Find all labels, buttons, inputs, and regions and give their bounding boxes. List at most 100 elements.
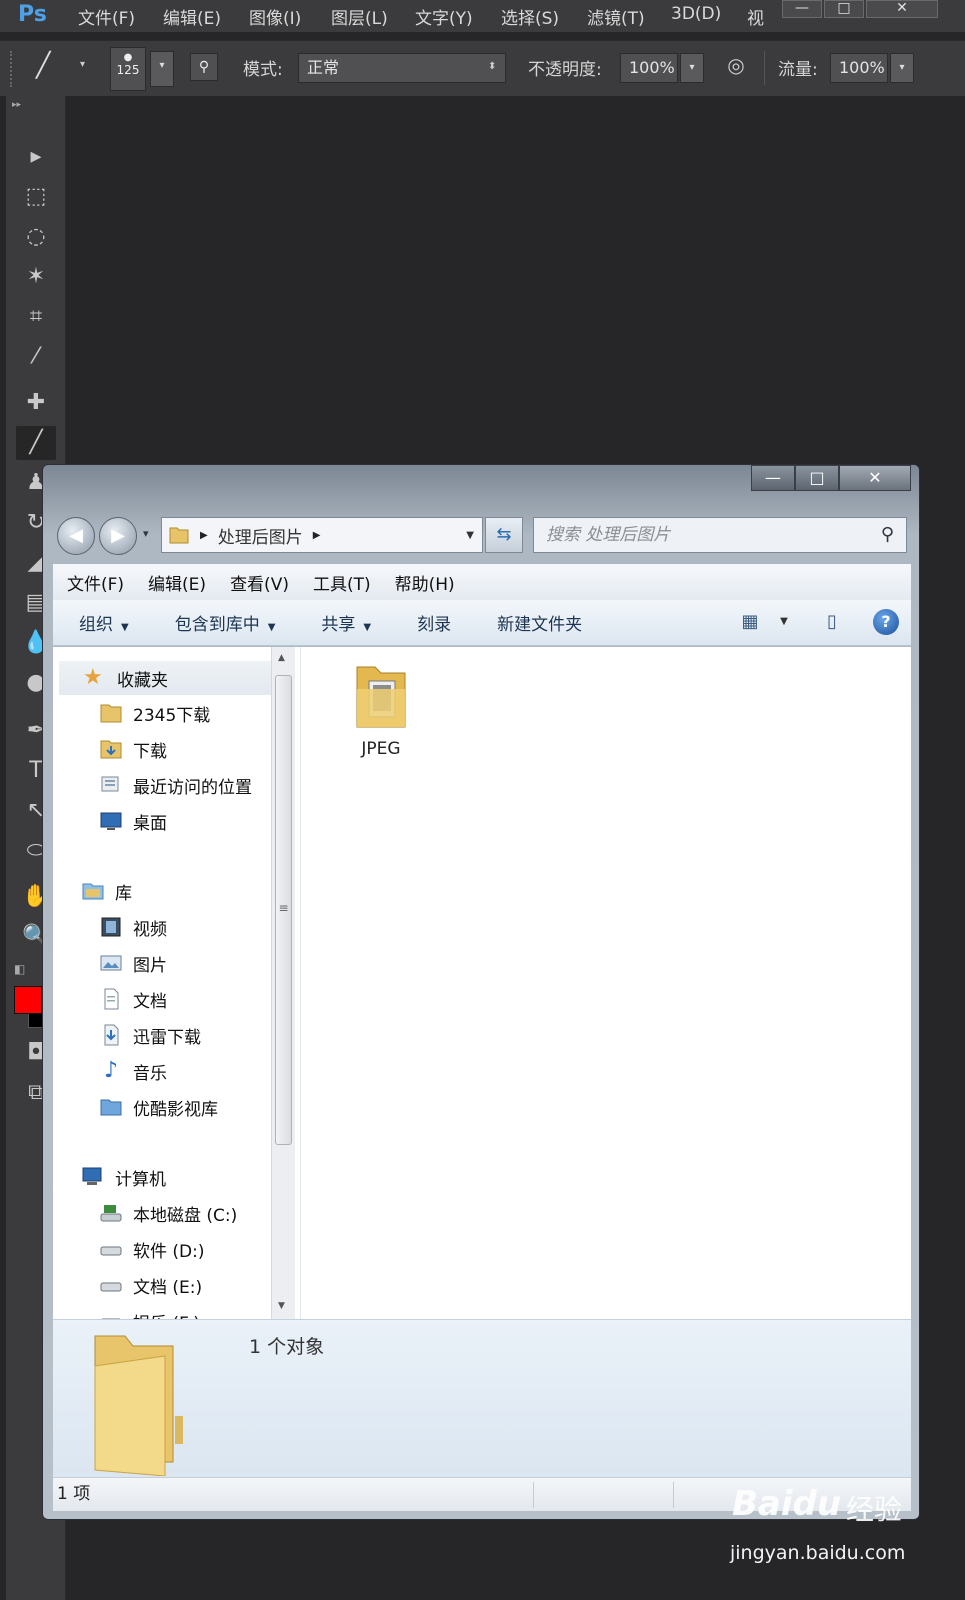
preview-pane-icon[interactable]: ▯ xyxy=(817,608,847,636)
ps-menu-file[interactable]: 文件(F) xyxy=(78,4,135,29)
nav-item-recent-places[interactable]: 最近访问的位置 xyxy=(53,768,285,802)
nav-item-desktop[interactable]: 桌面 xyxy=(53,804,285,838)
mode-select[interactable]: 正常 xyxy=(298,53,506,83)
refresh-button[interactable]: ⇆ xyxy=(485,517,523,553)
nav-item-drive-f[interactable]: 娱乐 (F:) xyxy=(53,1304,285,1319)
nav-item-videos[interactable]: 视频 xyxy=(53,910,285,944)
file-item[interactable]: JPEG xyxy=(341,659,421,759)
nav-libraries[interactable]: 库 xyxy=(53,874,285,908)
address-bar[interactable]: ▶ 处理后图片 ▶ ▼ xyxy=(161,517,483,553)
ps-menu-type[interactable]: 文字(Y) xyxy=(415,4,473,29)
nav-item-drive-d[interactable]: 软件 (D:) xyxy=(53,1232,285,1266)
default-colors-icon[interactable]: ◧ xyxy=(14,962,25,976)
recent-pages-dropdown[interactable]: ▾ xyxy=(143,527,149,540)
ps-minimize-button[interactable]: — xyxy=(782,0,822,18)
opacity-field[interactable]: 100% xyxy=(620,53,678,83)
new-folder-button[interactable]: 新建文件夹 xyxy=(497,610,582,635)
ps-menu-image[interactable]: 图像(I) xyxy=(249,4,301,29)
change-view-icon[interactable]: ▦ xyxy=(735,608,765,636)
minimize-button[interactable]: — xyxy=(751,465,795,491)
brush-tool-icon[interactable]: ╱ xyxy=(16,426,56,460)
eyedropper-icon[interactable]: ⁄ xyxy=(16,340,56,374)
brush-preset-dropdown[interactable]: ▾ xyxy=(150,51,174,87)
panel-collapse-icon[interactable]: ▸▸ xyxy=(12,100,21,110)
nav-item-youku-library[interactable]: 优酷影视库 xyxy=(53,1090,285,1124)
menu-view[interactable]: 查看(V) xyxy=(230,570,289,595)
healing-brush-icon[interactable]: ✚ xyxy=(16,386,56,420)
marquee-tool-icon[interactable]: ⬚ xyxy=(16,180,56,214)
brush-panel-icon[interactable]: ⚲ xyxy=(190,53,218,81)
lasso-tool-icon[interactable]: ◌ xyxy=(16,220,56,254)
flow-field[interactable]: 100% xyxy=(830,53,888,83)
scroll-up-icon[interactable]: ▲ xyxy=(278,653,285,663)
nav-item-music[interactable]: ♪ 音乐 xyxy=(53,1054,285,1088)
chevron-down-icon[interactable]: ▼ xyxy=(769,608,799,636)
nav-item-documents[interactable]: 文档 xyxy=(53,982,285,1016)
menu-help[interactable]: 帮助(H) xyxy=(395,570,455,595)
nav-item-2345-downloads[interactable]: 2345下载 xyxy=(53,696,285,730)
nav-scrollbar[interactable]: ▲ ≡ ▼ xyxy=(271,647,295,1319)
nav-item-label: 桌面 xyxy=(133,813,167,834)
burn-button[interactable]: 刻录 xyxy=(417,610,451,635)
magic-wand-icon[interactable]: ✶ xyxy=(16,260,56,294)
ps-menu-3d[interactable]: 3D(D) xyxy=(671,4,721,24)
opacity-dropdown[interactable]: ▾ xyxy=(680,53,704,83)
ps-logo: Ps xyxy=(18,2,47,27)
flow-dropdown[interactable]: ▾ xyxy=(890,53,914,83)
computer-icon xyxy=(82,1167,102,1185)
scrollbar-thumb[interactable]: ≡ xyxy=(275,675,292,1145)
ps-menu-view[interactable]: 视 xyxy=(747,4,764,29)
close-button[interactable]: ✕ xyxy=(839,465,911,491)
nav-item-label: 最近访问的位置 xyxy=(133,777,252,798)
maximize-button[interactable]: □ xyxy=(795,465,839,491)
nav-favorites-label: 收藏夹 xyxy=(117,670,168,691)
help-icon[interactable]: ? xyxy=(873,609,899,635)
nav-item-label: 音乐 xyxy=(133,1063,167,1084)
move-tool-icon[interactable]: ▸ xyxy=(16,140,56,174)
nav-computer[interactable]: 计算机 xyxy=(53,1160,285,1194)
pressure-opacity-icon[interactable]: ◎ xyxy=(720,53,752,83)
download-library-icon xyxy=(104,1024,119,1046)
breadcrumb-separator-icon[interactable]: ▶ xyxy=(313,530,321,541)
breadcrumb-current-folder[interactable]: 处理后图片 xyxy=(218,523,303,548)
foreground-color-swatch[interactable] xyxy=(14,986,42,1014)
flow-label: 流量: xyxy=(778,60,818,80)
nav-item-pictures[interactable]: 图片 xyxy=(53,946,285,980)
breadcrumb-separator-icon[interactable]: ▶ xyxy=(200,530,208,541)
chevron-down-icon: ▼ xyxy=(121,622,129,633)
nav-item-downloads[interactable]: 下载 xyxy=(53,732,285,766)
ps-menu-layer[interactable]: 图层(L) xyxy=(331,4,388,29)
ps-menu-filter[interactable]: 滤镜(T) xyxy=(587,4,645,29)
include-in-library-button[interactable]: 包含到库中 ▼ xyxy=(175,610,276,635)
menu-edit[interactable]: 编辑(E) xyxy=(148,570,206,595)
menu-file[interactable]: 文件(F) xyxy=(67,570,124,595)
crop-tool-icon[interactable]: ⌗ xyxy=(16,300,56,334)
ps-close-button[interactable]: ✕ xyxy=(866,0,938,18)
address-history-dropdown[interactable]: ▼ xyxy=(466,530,474,541)
ps-maximize-button[interactable]: □ xyxy=(824,0,864,18)
watermark-brand: Baidu xyxy=(732,1484,842,1524)
navigation-pane: ★ 收藏夹 2345下载 下载 最近访问的位置 桌面 库 视频 图片 文档 迅雷… xyxy=(53,647,301,1319)
brush-size-preview[interactable]: ● 125 xyxy=(110,47,146,91)
nav-item-thunder-downloads[interactable]: 迅雷下载 xyxy=(53,1018,285,1052)
ps-menu-edit[interactable]: 编辑(E) xyxy=(163,4,221,29)
nav-favorites[interactable]: ★ 收藏夹 xyxy=(59,661,291,695)
search-icon[interactable]: ⚲ xyxy=(881,518,894,552)
watermark-url: jingyan.baidu.com xyxy=(730,1542,906,1564)
share-label: 共享 xyxy=(321,615,356,635)
scroll-down-icon[interactable]: ▼ xyxy=(278,1301,285,1311)
forward-button[interactable]: ▶ xyxy=(99,517,137,555)
nav-item-drive-e[interactable]: 文档 (E:) xyxy=(53,1268,285,1302)
chevron-down-icon[interactable]: ▾ xyxy=(80,59,85,70)
desktop-icon xyxy=(100,812,122,830)
window-controls: — □ ✕ xyxy=(751,465,911,495)
menu-tools[interactable]: 工具(T) xyxy=(313,570,371,595)
nav-item-drive-c[interactable]: 本地磁盘 (C:) xyxy=(53,1196,285,1230)
share-button[interactable]: 共享 ▼ xyxy=(321,610,371,635)
status-divider xyxy=(673,1482,674,1508)
back-button[interactable]: ◀ xyxy=(57,517,95,555)
ps-menu-select[interactable]: 选择(S) xyxy=(501,4,559,29)
brush-tool-icon[interactable]: ╱ xyxy=(36,51,50,79)
organize-button[interactable]: 组织 ▼ xyxy=(79,610,129,635)
search-input[interactable]: 搜索 处理后图片 ⚲ xyxy=(533,517,907,553)
